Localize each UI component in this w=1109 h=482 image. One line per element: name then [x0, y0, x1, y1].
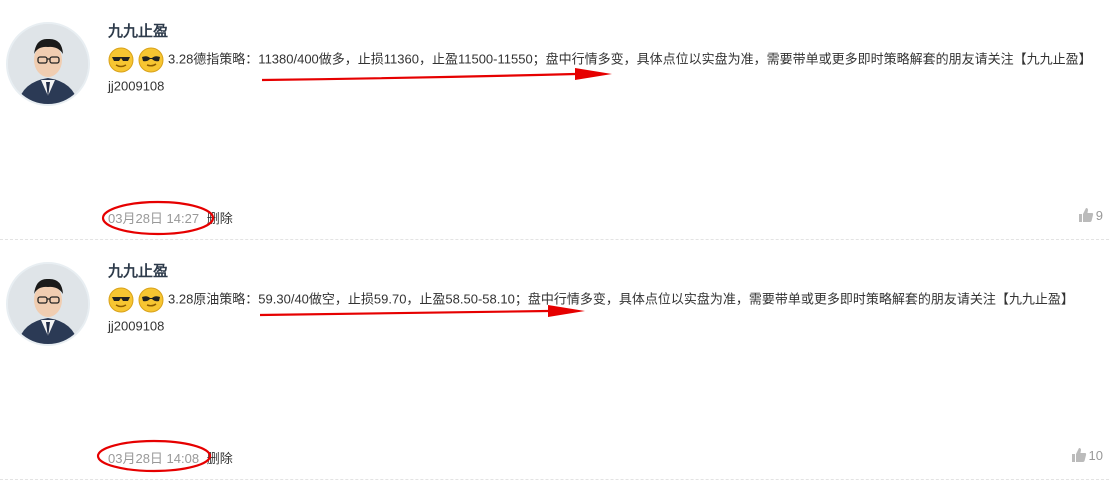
- sunglasses-emoji-icon: [108, 47, 134, 73]
- sunglasses-emoji-icon: [108, 287, 134, 313]
- thumbs-up-icon: [1071, 448, 1086, 462]
- cool-emoji-icon: [138, 47, 164, 73]
- divider: [0, 479, 1109, 480]
- post-content: 3.28原油策略：59.30/40做空，止损59.70，止盈58.50-58.1…: [108, 286, 1098, 339]
- post-text: 3.28原油策略：59.30/40做空，止损59.70，止盈58.50-58.1…: [108, 291, 1074, 334]
- avatar-image: [8, 24, 88, 104]
- post-content: 3.28德指策略：11380/400做多，止损11360，止盈11500-115…: [108, 46, 1098, 99]
- cool-emoji-icon: [138, 287, 164, 313]
- avatar[interactable]: [6, 262, 90, 346]
- post-meta: 03月28日 14:08 删除: [108, 448, 233, 467]
- like-button[interactable]: 10: [1071, 447, 1103, 463]
- delete-button[interactable]: 删除: [207, 451, 233, 466]
- avatar[interactable]: [6, 22, 90, 106]
- delete-button[interactable]: 删除: [207, 211, 233, 226]
- like-count: 10: [1088, 447, 1103, 463]
- post-meta: 03月28日 14:27 删除: [108, 208, 233, 227]
- post-timestamp: 03月28日 14:27: [108, 211, 200, 226]
- avatar-image: [8, 264, 88, 344]
- like-button[interactable]: 9: [1078, 207, 1103, 223]
- post-item: 九九止盈 3.28德指策略：11380/400做多，止损11360，止盈1150…: [0, 0, 1109, 240]
- author-name[interactable]: 九九止盈: [108, 20, 168, 41]
- thumbs-up-icon: [1078, 208, 1093, 222]
- post-text: 3.28德指策略：11380/400做多，止损11360，止盈11500-115…: [108, 51, 1092, 94]
- author-name[interactable]: 九九止盈: [108, 260, 168, 281]
- post-timestamp: 03月28日 14:08: [108, 451, 200, 466]
- like-count: 9: [1095, 207, 1103, 223]
- post-item: 九九止盈 3.28原油策略：59.30/40做空，止损59.70，止盈58.50…: [0, 240, 1109, 480]
